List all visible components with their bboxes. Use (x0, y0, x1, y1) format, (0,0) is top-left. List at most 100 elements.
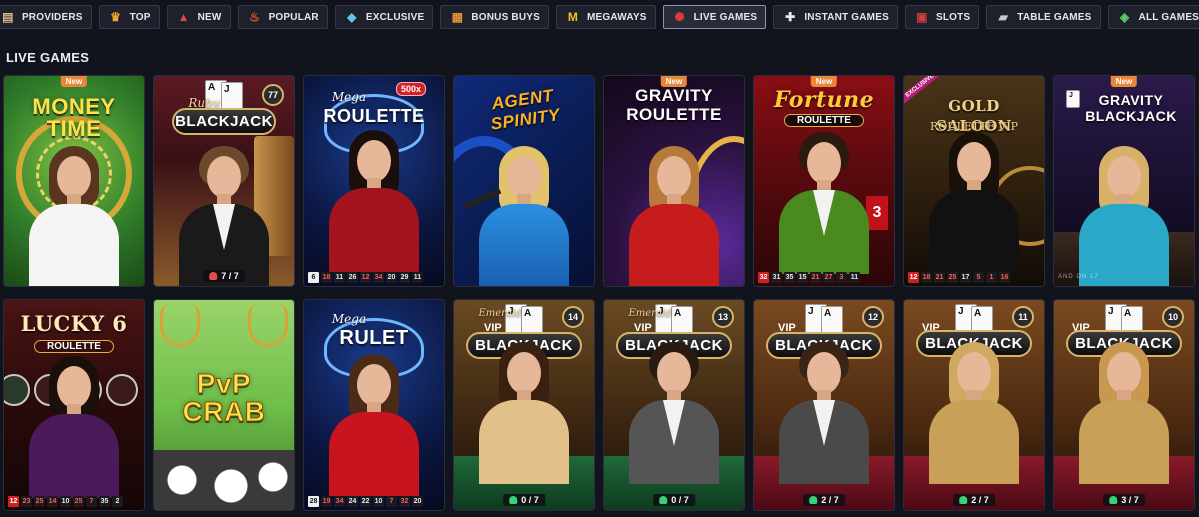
new-badge: New (660, 76, 688, 87)
result-number: 31 (771, 272, 782, 283)
result-number: 2 (112, 496, 123, 507)
new-badge: New (810, 76, 838, 87)
nav-button-live-games[interactable]: ✺ LIVE GAMES (662, 5, 767, 29)
nav-button-all-games[interactable]: ◈ ALL GAMES (1107, 5, 1199, 29)
game-tile-gold-saloon-roulette-vip[interactable]: GOLD SALOON ROULETTE VIP 12 18 21 25 17 5 1 16 … (904, 76, 1044, 286)
seats-indicator: 2 / 7 (953, 494, 995, 506)
slot-machine-icon: ▣ (916, 10, 928, 24)
dealer-image (469, 146, 579, 286)
dealer-image (319, 130, 429, 272)
result-number: 12 (908, 272, 919, 283)
game-tile-gravity-roulette[interactable]: GRAVITY ROULETTE New (604, 76, 744, 286)
nav-button-new[interactable]: ▲ NEW (166, 5, 231, 29)
game-tile-vip-blackjack-14[interactable]: JA Emerald VIP BLACKJACK 14 0 / 7 (454, 300, 594, 510)
seats-indicator: 7 / 7 (203, 270, 245, 282)
game-tile-agent-spinity[interactable]: AGENT SPINITY (454, 76, 594, 286)
nav-button-label: LIVE GAMES (693, 11, 758, 23)
table-number: 13 (712, 306, 734, 328)
result-number: 25 (947, 272, 958, 283)
game-tile-ruby-blackjack[interactable]: AJ Ruby BLACKJACK 77 7 / 7 (154, 76, 294, 286)
dealer-image (19, 356, 129, 498)
game-tile-money-time[interactable]: MONEY TIME New (4, 76, 144, 286)
nav-button-megaways[interactable]: M MEGAWAYS (556, 5, 656, 29)
result-number: 21 (810, 272, 821, 283)
dealer-image (169, 146, 279, 286)
result-number: 7 (86, 496, 97, 507)
seats-count: 0 / 7 (671, 495, 689, 505)
nav-button-popular[interactable]: ♨ POPULAR (237, 5, 328, 29)
dealer-image (319, 354, 429, 496)
megaways-icon: M (567, 10, 579, 24)
seat-icon (1109, 496, 1118, 504)
nav-button-label: INSTANT GAMES (804, 11, 889, 23)
nav-button-table-games[interactable]: ▰ TABLE GAMES (986, 5, 1101, 29)
result-number: 21 (934, 272, 945, 283)
result-number: 26 (347, 272, 358, 283)
result-number: 24 (347, 496, 358, 507)
recent-results: 12 18 21 25 17 5 1 16 (908, 272, 1010, 283)
game-title: GRAVITY ROULETTE (626, 86, 722, 124)
dealer-image (469, 342, 579, 484)
section-title: LIVE GAMES (6, 50, 90, 65)
game-tile-fortune-roulette[interactable]: 3 Fortune ROULETTE 32 31 35 15 21 27 3 11 New (754, 76, 894, 286)
game-tile-vip-blackjack-12[interactable]: JA VIP BLACKJACK 12 2 / 7 (754, 300, 894, 510)
seats-indicator: 0 / 7 (503, 494, 545, 506)
game-tile-vip-blackjack-11[interactable]: JA VIP BLACKJACK 11 2 / 7 (904, 300, 1044, 510)
seat-icon (959, 496, 968, 504)
new-badge: New (60, 76, 88, 87)
game-tile-pvp-crab[interactable]: PvP CRAB (154, 300, 294, 510)
result-number: 35 (99, 496, 110, 507)
nav-button-top[interactable]: ♛ TOP (98, 5, 160, 29)
result-number: 35 (784, 272, 795, 283)
result-number: 18 (921, 272, 932, 283)
seats-count: 3 / 7 (1121, 495, 1139, 505)
recent-results: 32 31 35 15 21 27 3 11 (758, 272, 860, 283)
seats-count: 2 / 7 (971, 495, 989, 505)
nav-button-instant-games[interactable]: ✚ INSTANT GAMES (773, 5, 898, 29)
dealer-image (919, 132, 1029, 274)
gamepad-icon: ✚ (785, 10, 796, 24)
seats-indicator: 0 / 7 (653, 494, 695, 506)
nav-button-label: PROVIDERS (21, 11, 83, 23)
seat-icon (809, 496, 818, 504)
result-number: 11 (412, 272, 423, 283)
game-tile-mega-rulet[interactable]: Mega RULET 28 19 34 24 22 10 7 32 20 (304, 300, 444, 510)
game-tile-lucky-6-roulette[interactable]: LUCKY 6 ROULETTE 12 23 25 14 10 25 7 35 2 (4, 300, 144, 510)
playing-cards-icon: JA (801, 304, 847, 336)
nav-button-bonus-buys[interactable]: ▦ BONUS BUYS (440, 5, 550, 29)
result-number: 25 (73, 496, 84, 507)
result-number: 10 (60, 496, 71, 507)
game-title: PvP CRAB (182, 368, 266, 427)
result-number: 34 (373, 272, 384, 283)
gift-icon: ▦ (451, 10, 464, 24)
seat-icon (209, 272, 218, 280)
dealer-image (619, 146, 729, 286)
nav-button-label: MEGAWAYS (587, 11, 647, 23)
dealer-image (19, 146, 129, 286)
dealer-image (1069, 146, 1179, 286)
game-tile-gravity-blackjack[interactable]: J GRAVITY BLACKJACK AND ON 17 New (1054, 76, 1194, 286)
providers-icon: ▤ (2, 10, 14, 24)
result-number: 12 (8, 496, 19, 507)
result-number: 11 (849, 272, 860, 283)
game-title: MONEY TIME (32, 94, 116, 141)
nav-button-exclusive[interactable]: ◆ EXCLUSIVE (334, 5, 434, 29)
seat-icon (509, 496, 518, 504)
game-tile-vip-blackjack-13[interactable]: JA Emerald VIP BLACKJACK 13 0 / 7 (604, 300, 744, 510)
dealer-image (619, 342, 729, 484)
recent-results: 6 18 11 26 12 34 20 29 11 (308, 272, 423, 283)
table-number: 11 (1012, 306, 1034, 328)
result-number: 10 (373, 496, 384, 507)
result-number: 11 (334, 272, 345, 283)
dealer-image (1069, 342, 1179, 484)
dealer-image (919, 342, 1029, 484)
all-games-icon: ◈ (1119, 10, 1130, 24)
game-tile-mega-roulette[interactable]: Mega ROULETTE 500x 6 18 11 26 12 34 20 29 11 (304, 76, 444, 286)
result-number: 20 (412, 496, 423, 507)
result-number: 1 (986, 272, 997, 283)
nav-button-providers[interactable]: ▤ PROVIDERS (0, 5, 92, 29)
nav-button-slots[interactable]: ▣ SLOTS (904, 5, 980, 29)
game-tile-vip-blackjack-10[interactable]: JA VIP BLACKJACK 10 3 / 7 (1054, 300, 1194, 510)
recent-results: 28 19 34 24 22 10 7 32 20 (308, 496, 423, 507)
result-number: 14 (47, 496, 58, 507)
